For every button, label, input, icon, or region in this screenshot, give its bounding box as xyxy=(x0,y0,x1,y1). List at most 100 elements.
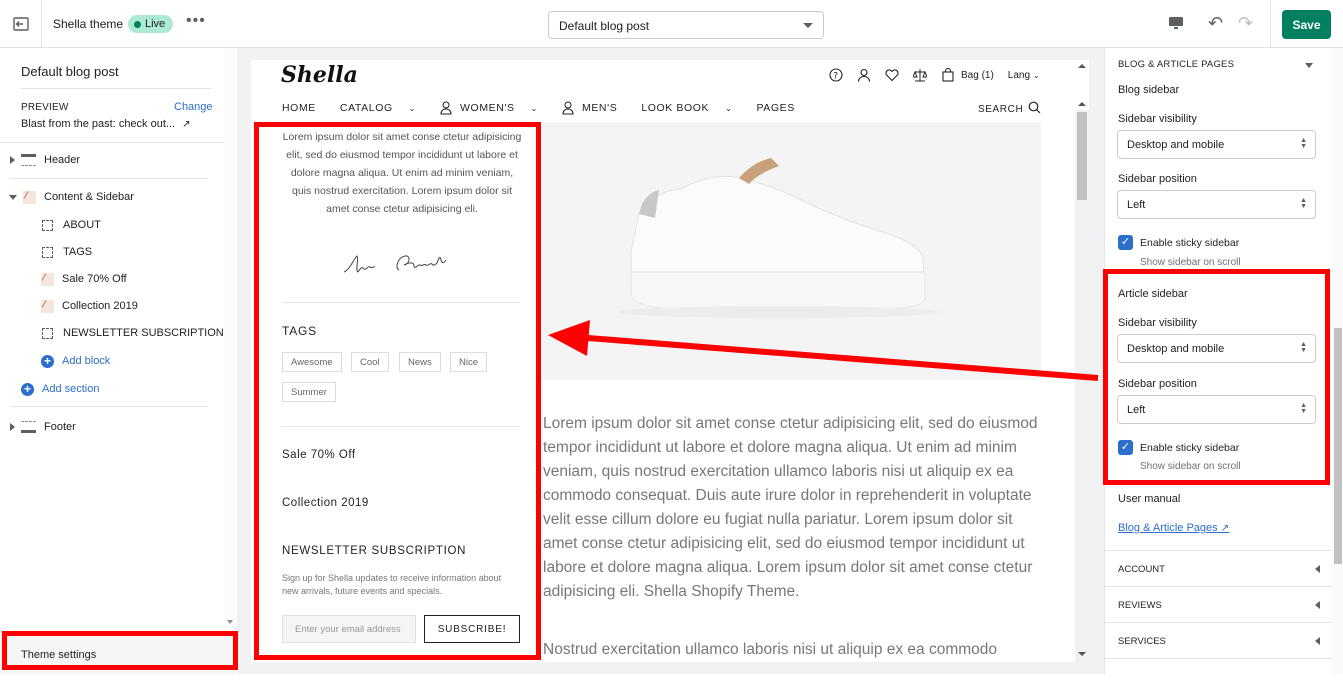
collection-heading[interactable]: Collection 2019 xyxy=(282,497,369,509)
chevron-left-icon xyxy=(1315,601,1320,609)
select-arrows-icon: ▲ ▼ xyxy=(1300,402,1307,415)
search-link[interactable]: SEARCH xyxy=(978,101,1041,117)
chevron-down-icon[interactable] xyxy=(1305,63,1313,68)
tags-heading: TAGS xyxy=(282,324,317,338)
block-label: Sale 70% Off xyxy=(62,273,127,285)
lang-label: Lang xyxy=(1007,69,1031,81)
section-header[interactable]: Header xyxy=(10,149,80,171)
tag-chip[interactable]: Awesome xyxy=(282,352,342,372)
article-sidebar-position-select[interactable]: Left ▲ ▼ xyxy=(1117,395,1316,424)
block-about[interactable]: ABOUT xyxy=(42,214,101,236)
block-sale[interactable]: Sale 70% Off xyxy=(41,268,127,290)
section-footer[interactable]: Footer xyxy=(10,416,76,438)
redo-icon[interactable]: ↷ xyxy=(1238,13,1253,34)
nav-lookbook[interactable]: LOOK BOOK ⌄ xyxy=(641,101,744,115)
nav-pages[interactable]: PAGES xyxy=(756,101,806,115)
select-arrows-icon: ▲ ▼ xyxy=(1300,137,1307,150)
tag-chip[interactable]: Summer xyxy=(282,382,336,402)
divider xyxy=(1270,0,1271,48)
store-logo[interactable]: Shella xyxy=(281,62,358,88)
theme-settings-label: Theme settings xyxy=(21,649,97,661)
manual-link[interactable]: Blog & Article Pages ↗ xyxy=(1118,522,1229,534)
desktop-preview-icon[interactable] xyxy=(1168,15,1184,36)
nav-home[interactable]: HOME xyxy=(282,101,328,115)
sidebar-position-label: Sidebar position xyxy=(1118,378,1197,390)
article-sidebar-visibility-select[interactable]: Desktop and mobile ▲ ▼ xyxy=(1117,334,1316,363)
bag-icon[interactable] xyxy=(941,67,955,82)
nav-label: LOOK BOOK xyxy=(641,102,710,114)
section-title[interactable]: BLOG & ARTICLE PAGES xyxy=(1118,59,1234,70)
sneaker-image xyxy=(543,122,1041,380)
tag-chip[interactable]: Nice xyxy=(450,352,488,372)
scrollbar[interactable] xyxy=(1332,48,1343,674)
store-preview: Shella ? Bag (1) Lang ⌄ HOME CATALOG ⌄ WOM… xyxy=(251,60,1089,662)
change-link[interactable]: Change xyxy=(174,101,213,113)
bag-label[interactable]: Bag (1) xyxy=(961,70,994,81)
block-label: NEWSLETTER SUBSCRIPTION xyxy=(63,327,224,339)
subscribe-button[interactable]: SUBSCRIBE! xyxy=(424,615,520,643)
sidebar-visibility-label: Sidebar visibility xyxy=(1118,317,1197,329)
accordion-services[interactable]: SERVICES xyxy=(1105,622,1332,658)
help-icon[interactable]: ? xyxy=(829,68,843,82)
template-select[interactable]: Default blog post xyxy=(548,11,824,39)
nav-label: CATALOG xyxy=(339,102,393,114)
scrollbar-thumb[interactable] xyxy=(1077,112,1087,200)
scroll-down-icon[interactable] xyxy=(227,620,233,624)
account-icon[interactable] xyxy=(857,68,871,82)
wishlist-heart-icon[interactable] xyxy=(885,68,899,82)
user-manual-heading: User manual xyxy=(1118,493,1181,505)
exit-icon[interactable] xyxy=(0,0,42,48)
theme-settings-button[interactable]: Theme settings xyxy=(0,632,236,674)
add-block-button[interactable]: + Add block xyxy=(41,350,110,372)
blog-sticky-checkbox[interactable]: ✓ xyxy=(1118,235,1133,250)
block-collection[interactable]: Collection 2019 xyxy=(41,295,138,317)
block-label: ABOUT xyxy=(63,219,101,231)
nav-mens[interactable]: MEN'S xyxy=(582,101,629,115)
block-icon xyxy=(42,219,53,231)
article-body: Lorem ipsum dolor sit amet conse ctetur … xyxy=(543,415,1038,600)
nav-womens[interactable]: WOMEN'S ⌄ xyxy=(460,101,550,115)
block-newsletter[interactable]: NEWSLETTER SUBSCRIPTION xyxy=(42,322,224,344)
preview-value-label: Blast from the past: check out... xyxy=(21,118,176,130)
scroll-up-icon[interactable] xyxy=(1078,102,1086,106)
image-block-icon xyxy=(41,299,54,313)
save-button[interactable]: Save xyxy=(1282,10,1331,39)
tag-chip[interactable]: News xyxy=(399,352,441,372)
preview-scrollbar[interactable] xyxy=(1075,102,1089,662)
undo-icon[interactable]: ↶ xyxy=(1208,13,1223,34)
nav-catalog[interactable]: CATALOG ⌄ xyxy=(340,101,428,115)
add-section-label: Add section xyxy=(42,383,100,395)
section-label: Content & Sidebar xyxy=(44,191,134,203)
preview-label: PREVIEW xyxy=(21,102,69,113)
sale-heading[interactable]: Sale 70% Off xyxy=(282,449,356,461)
live-badge-label: Live xyxy=(145,18,166,30)
more-actions-icon[interactable]: ••• xyxy=(186,12,206,30)
plus-icon: + xyxy=(41,354,54,368)
lang-select[interactable]: Lang ⌄ xyxy=(1008,70,1040,81)
email-input[interactable]: Enter your email address xyxy=(282,615,416,643)
block-label: TAGS xyxy=(63,246,93,258)
accordion-next[interactable] xyxy=(1105,658,1332,694)
footer-section-icon xyxy=(21,421,36,433)
blog-sidebar-position-select[interactable]: Left ▲ ▼ xyxy=(1117,190,1316,219)
accordion-label: SERVICES xyxy=(1118,636,1166,647)
sidebar-visibility-label: Sidebar visibility xyxy=(1118,113,1197,125)
scrollbar-thumb[interactable] xyxy=(1334,328,1342,564)
blog-sidebar-visibility-select[interactable]: Desktop and mobile ▲ ▼ xyxy=(1117,130,1316,159)
scroll-up-icon[interactable] xyxy=(1078,64,1086,68)
section-content-sidebar[interactable]: Content & Sidebar xyxy=(9,186,134,208)
scrollbar[interactable] xyxy=(224,48,236,628)
add-section-button[interactable]: + Add section xyxy=(21,378,99,400)
tag-chip[interactable]: Cool xyxy=(351,352,389,372)
accordion-reviews[interactable]: REVIEWS xyxy=(1105,586,1332,622)
accordion-account[interactable]: ACCOUNT xyxy=(1105,550,1332,586)
block-tags[interactable]: TAGS xyxy=(42,241,92,263)
chevron-down-icon xyxy=(9,194,17,200)
article-sticky-checkbox[interactable]: ✓ xyxy=(1118,440,1133,455)
divider xyxy=(282,426,520,427)
image-block-icon xyxy=(41,272,54,286)
scroll-down-icon[interactable] xyxy=(1078,652,1086,656)
blog-sidebar-heading: Blog sidebar xyxy=(1118,84,1180,96)
compare-scale-icon[interactable] xyxy=(912,68,928,82)
preview-value[interactable]: Blast from the past: check out... ↗ xyxy=(21,118,191,130)
